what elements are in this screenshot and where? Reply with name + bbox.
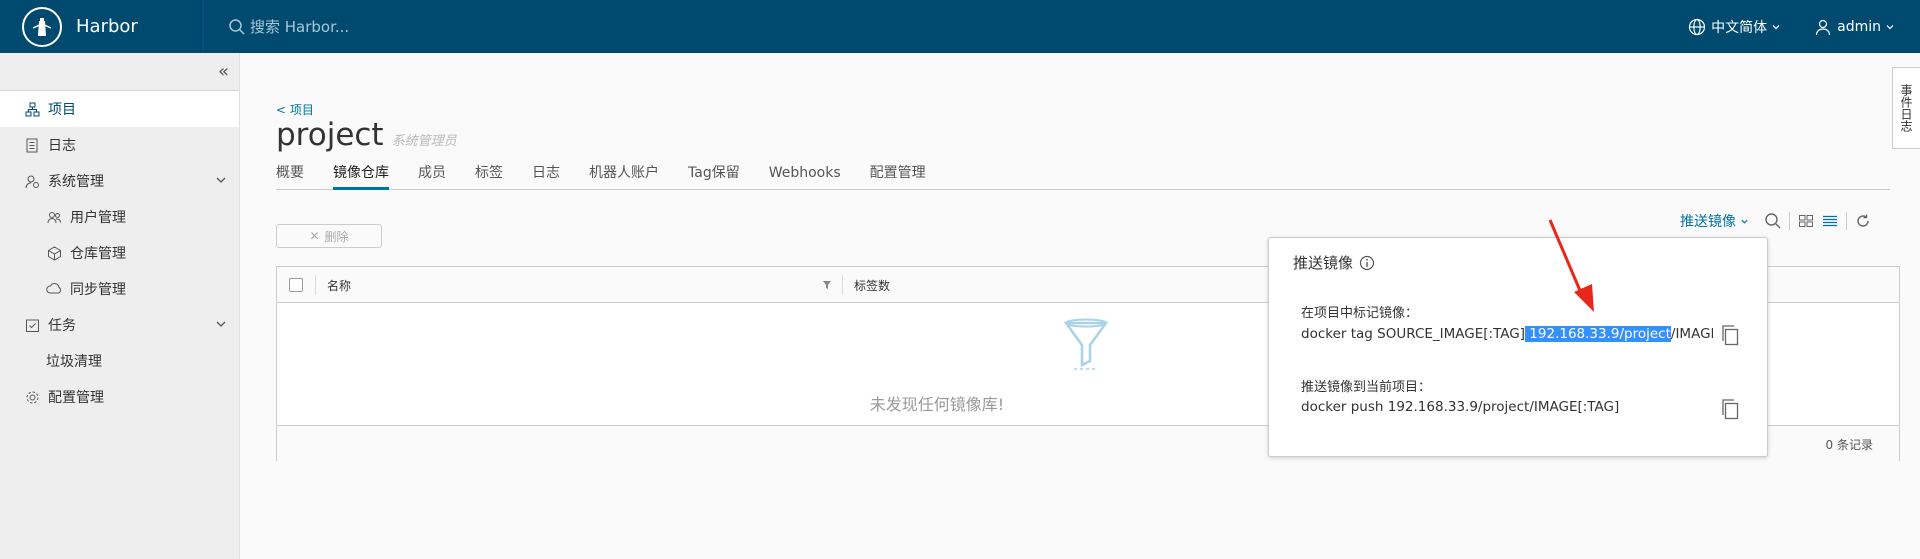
global-search[interactable]: [228, 17, 470, 36]
chevron-down-icon: [216, 321, 226, 327]
replication-icon: [46, 281, 62, 297]
sidebar-item-config[interactable]: 配置管理: [0, 379, 239, 415]
copy-icon[interactable]: [1720, 398, 1740, 420]
role-label: 系统管理员: [391, 134, 457, 149]
event-log-tab[interactable]: 事件日志: [1892, 67, 1920, 149]
push-image-button[interactable]: 推送镜像: [1680, 211, 1749, 231]
log-icon: [24, 137, 40, 153]
tag-command-selection: 192.168.33.9/project: [1525, 326, 1671, 342]
popover-title-text: 推送镜像: [1293, 254, 1354, 272]
chevron-down-icon: [1741, 219, 1749, 224]
page-title: project: [276, 117, 384, 153]
filter-icon[interactable]: [822, 279, 832, 293]
sidebar-item-label: 系统管理: [48, 174, 104, 190]
push-image-label: 推送镜像: [1680, 214, 1736, 230]
tab-labels[interactable]: 标签: [475, 160, 503, 190]
annotation-arrow: [1548, 219, 1594, 312]
top-header: Harbor 中文简体 admin: [0, 0, 1920, 53]
column-divider: [315, 275, 316, 295]
user-name: admin: [1837, 18, 1881, 35]
tab-members[interactable]: 成员: [418, 160, 446, 190]
language-label: 中文简体: [1711, 19, 1768, 36]
record-count: 0 条记录: [1825, 438, 1873, 452]
sidebar-item-tasks[interactable]: 任务: [0, 307, 239, 343]
page-header: project 系统管理员: [276, 117, 457, 153]
sidebar-item-label: 配置管理: [48, 390, 104, 406]
user-menu[interactable]: admin: [1814, 18, 1900, 36]
project-icon: [24, 101, 40, 117]
sidebar-item-label: 项目: [48, 102, 76, 118]
delete-label: 删除: [324, 229, 349, 244]
tab-repositories[interactable]: 镜像仓库: [333, 160, 389, 190]
delete-button[interactable]: ✕ 删除: [276, 224, 382, 248]
column-header-tags[interactable]: 标签数: [854, 277, 890, 294]
sidebar-collapse: «: [0, 53, 239, 91]
sidebar-item-projects[interactable]: 项目: [0, 91, 239, 127]
search-input[interactable]: [250, 17, 470, 36]
tab-robot-accounts[interactable]: 机器人账户: [589, 160, 659, 190]
sidebar-item-registries[interactable]: 仓库管理: [0, 235, 239, 271]
push-command-label: 推送镜像到当前项目：: [1301, 380, 1432, 395]
user-icon: [1816, 19, 1831, 35]
brand-name: Harbor: [76, 16, 138, 37]
tab-configuration[interactable]: 配置管理: [870, 160, 926, 190]
globe-icon: [1689, 18, 1706, 35]
sidebar-item-label: 垃圾清理: [46, 354, 102, 370]
tag-command-prefix: docker tag SOURCE_IMAGE[:TAG]: [1301, 326, 1526, 342]
chevron-down-icon: [1886, 24, 1894, 29]
tab-tag-retention[interactable]: Tag保留: [688, 160, 740, 190]
column-header-name[interactable]: 名称: [327, 277, 351, 294]
close-icon: ✕: [309, 229, 320, 243]
refresh-icon[interactable]: [1851, 209, 1875, 233]
language-switcher[interactable]: 中文简体: [1688, 17, 1786, 37]
sidebar: « 项目 日志 系统管理 用户管理 仓库管理 同步管理 任务 垃圾清理 配置管理: [0, 53, 240, 559]
sidebar-item-users[interactable]: 用户管理: [0, 199, 239, 235]
popover-title: 推送镜像: [1293, 252, 1375, 273]
sidebar-item-label: 日志: [48, 138, 76, 154]
sidebar-item-logs[interactable]: 日志: [0, 127, 239, 163]
tab-summary[interactable]: 概要: [276, 160, 304, 190]
push-image-popover: 推送镜像 在项目中标记镜像： docker tag SOURCE_IMAGE[:…: [1268, 237, 1768, 457]
copy-icon[interactable]: [1720, 324, 1740, 346]
sidebar-item-label: 仓库管理: [70, 246, 126, 262]
push-command[interactable]: docker push 192.168.33.9/project/IMAGE[:…: [1301, 399, 1713, 415]
list-view-icon[interactable]: [1818, 209, 1842, 233]
tag-command-suffix: /IMAGE[:TAG]: [1670, 326, 1713, 342]
sidebar-nav: 项目 日志 系统管理 用户管理 仓库管理 同步管理 任务 垃圾清理 配置管理: [0, 91, 239, 415]
tag-command[interactable]: docker tag SOURCE_IMAGE[:TAG] 192.168.33…: [1301, 326, 1713, 342]
sidebar-item-admin[interactable]: 系统管理: [0, 163, 239, 199]
brand[interactable]: Harbor: [0, 0, 204, 53]
project-tabs: 概要 镜像仓库 成员 标签 日志 机器人账户 Tag保留 Webhooks 配置…: [276, 160, 1890, 190]
toolbar-divider: [1789, 212, 1791, 230]
breadcrumb[interactable]: < 项目: [276, 101, 314, 118]
users-icon: [46, 209, 62, 225]
search-icon[interactable]: [1761, 209, 1785, 233]
admin-icon: [24, 173, 40, 189]
select-all-checkbox[interactable]: [289, 278, 303, 292]
tab-logs[interactable]: 日志: [532, 160, 560, 190]
gear-icon: [24, 389, 40, 405]
funnel-icon: [1062, 317, 1110, 377]
card-view-icon[interactable]: [1794, 209, 1818, 233]
repo-toolbar: 推送镜像: [1680, 209, 1875, 233]
tab-webhooks[interactable]: Webhooks: [769, 160, 841, 190]
toolbar-divider: [1846, 212, 1848, 230]
sidebar-item-replication[interactable]: 同步管理: [0, 271, 239, 307]
harbor-logo-icon: [22, 6, 62, 47]
sidebar-item-label: 用户管理: [70, 210, 126, 226]
sidebar-item-label: 任务: [48, 318, 76, 334]
registry-icon: [46, 245, 62, 261]
tag-command-label: 在项目中标记镜像：: [1301, 306, 1419, 321]
search-icon: [229, 18, 245, 35]
chevron-down-icon: [216, 177, 226, 183]
sidebar-item-gc[interactable]: 垃圾清理: [0, 343, 239, 379]
chevron-down-icon: [1772, 24, 1780, 29]
task-icon: [24, 317, 40, 333]
info-icon[interactable]: [1359, 255, 1375, 271]
double-chevron-left-icon[interactable]: «: [218, 61, 229, 82]
sidebar-item-label: 同步管理: [70, 282, 126, 298]
column-divider: [842, 275, 843, 295]
